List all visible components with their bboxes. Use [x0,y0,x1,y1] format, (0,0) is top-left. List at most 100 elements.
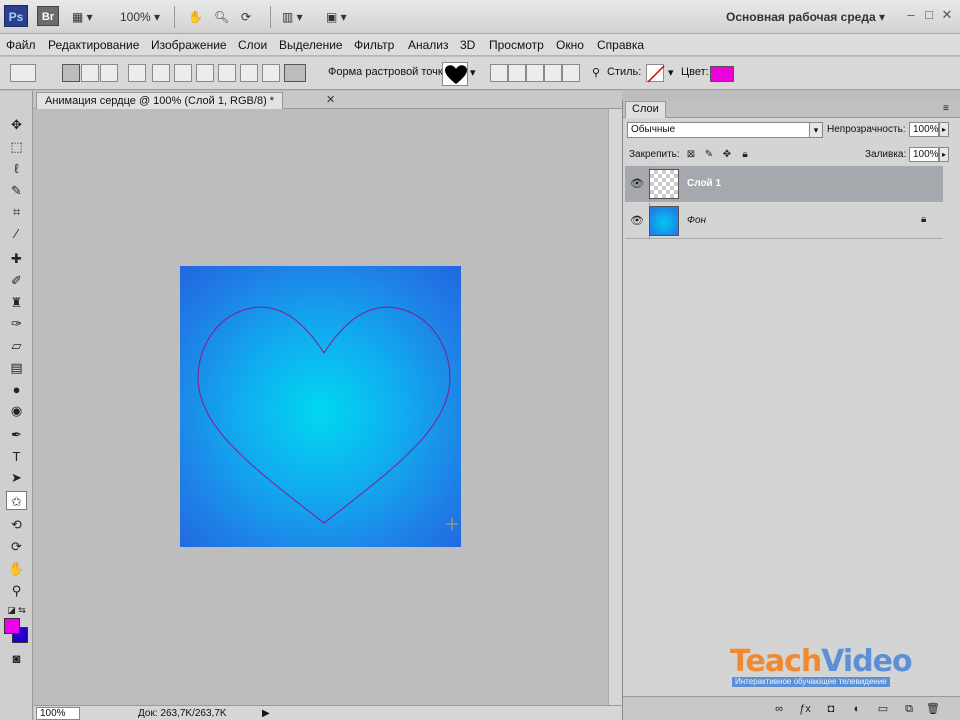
foreground-color-swatch[interactable] [4,618,20,634]
crop-tool-icon[interactable]: ⌗ [6,202,27,221]
paths-icon[interactable] [81,64,99,82]
ellipse-icon[interactable] [218,64,236,82]
new-shape-layer-icon[interactable] [490,64,508,82]
lock-position-icon[interactable]: ✥ [721,149,733,161]
workspace-switcher[interactable]: Основная рабочая среда ▾ [726,7,885,27]
screen-mode-button[interactable]: ▣ ▾ [326,7,347,27]
gradient-tool-icon[interactable]: ▤ [6,358,27,377]
hand-tool-icon[interactable]: ✋ [188,7,203,27]
color-swatch[interactable] [710,66,734,82]
arrange-documents-button[interactable]: ▥ ▾ [282,7,303,27]
menu-layers[interactable]: Слои [238,37,267,53]
zoom-level-dropdown[interactable]: 100% ▾ [120,7,160,27]
style-picker[interactable] [646,64,665,83]
document-tab[interactable]: Анимация сердце @ 100% (Слой 1, RGB/8) * [36,92,284,109]
menu-select[interactable]: Выделение [279,37,343,53]
opacity-arrow[interactable]: ▸ [939,122,949,137]
rotate-view-icon[interactable]: ⟳ [241,7,251,27]
fill-arrow[interactable]: ▸ [939,147,949,162]
menu-3d[interactable]: 3D [460,37,475,53]
hand-tool-icon[interactable]: ✋ [6,559,27,578]
menu-window[interactable]: Окно [556,37,584,53]
shape-layers-icon[interactable] [62,64,80,82]
panel-menu-icon[interactable]: ≡ [943,102,949,116]
watermark-subtitle: Интерактивное обучающее телевидение [732,677,890,687]
custom-shape-tool-icon[interactable]: ✩ [6,491,27,510]
lock-all-icon[interactable]: 🔒︎ [739,149,751,161]
new-group-icon[interactable]: ▭ [875,701,891,717]
subtract-shape-icon[interactable] [526,64,544,82]
view-extras-button[interactable]: ▦ ▾ [72,7,93,27]
exclude-shape-icon[interactable] [562,64,580,82]
healing-brush-tool-icon[interactable]: ✚ [6,249,27,268]
vertical-scrollbar[interactable] [608,109,622,705]
rectangle-icon[interactable] [174,64,192,82]
status-menu-arrow[interactable]: ▶ [262,707,270,720]
link-icon[interactable]: ⚲ [592,66,600,79]
bridge-button[interactable]: Br [37,6,59,26]
menu-filter[interactable]: Фильтр [354,37,394,53]
layer-style-icon[interactable]: ƒx [797,701,813,717]
shape-picker[interactable] [442,62,468,86]
line-icon[interactable] [262,64,280,82]
link-layers-icon[interactable]: ∞ [771,701,787,717]
freeform-pen-icon[interactable] [152,64,170,82]
dodge-tool-icon[interactable]: ◉ [6,401,27,420]
eye-icon[interactable]: 👁︎ [629,176,645,192]
quick-mask-icon[interactable]: ◙ [6,649,27,668]
zoom-tool-icon[interactable]: ⚲ [6,581,27,600]
trash-icon[interactable]: 🗑︎ [925,701,941,717]
path-selection-tool-icon[interactable]: ➤ [6,468,27,487]
menu-edit[interactable]: Редактирование [48,37,139,53]
add-mask-icon[interactable]: ◘ [823,701,839,717]
shape-dropdown-arrow[interactable]: ▾ [470,66,476,79]
eraser-tool-icon[interactable]: ▱ [6,336,27,355]
clone-stamp-tool-icon[interactable]: ♜ [6,293,27,312]
brush-tool-icon[interactable]: ✐ [6,271,27,290]
menu-help[interactable]: Справка [597,37,644,53]
blend-mode-arrow[interactable]: ▾ [809,122,823,138]
custom-shape-icon[interactable] [284,64,306,82]
image-canvas[interactable] [180,266,461,547]
zoom-field[interactable]: 100% [36,707,80,720]
new-layer-icon[interactable]: ⧉ [901,701,917,717]
lock-transparency-icon[interactable]: ⊠ [685,149,697,161]
style-dropdown-arrow[interactable]: ▾ [668,66,674,79]
tool-preset-picker[interactable] [10,64,36,82]
menu-image[interactable]: Изображение [151,37,227,53]
intersect-shape-icon[interactable] [544,64,562,82]
blur-tool-icon[interactable]: ● [6,380,27,399]
3d-rotate-tool-icon[interactable]: ⟲ [6,515,27,534]
opacity-input[interactable]: 100% [909,122,939,137]
rounded-rectangle-icon[interactable] [196,64,214,82]
fill-pixels-icon[interactable] [100,64,118,82]
tab-layers[interactable]: Слои [625,101,666,118]
zoom-tool-icon[interactable]: 🔍︎ [214,7,229,27]
eyedropper-tool-icon[interactable]: ⁄ [6,224,27,243]
quick-selection-tool-icon[interactable]: ✎ [6,181,27,200]
type-tool-icon[interactable]: T [6,447,27,466]
minimize-icon[interactable]: – [902,6,920,24]
history-brush-tool-icon[interactable]: ✑ [6,314,27,333]
pen-icon[interactable] [128,64,146,82]
move-tool-icon[interactable]: ✥ [6,115,27,134]
3d-orbit-tool-icon[interactable]: ⟳ [6,537,27,556]
layer-row-background[interactable]: 👁︎ Фон 🔒︎ [625,203,943,239]
adjustment-layer-icon[interactable]: ◐ [849,701,865,717]
menu-view[interactable]: Просмотр [489,37,544,53]
maximize-icon[interactable]: □ [920,6,938,24]
menu-file[interactable]: Файл [6,37,36,53]
eye-icon[interactable]: 👁︎ [629,213,645,229]
fill-input[interactable]: 100% [909,147,939,162]
layer-row-layer1[interactable]: 👁︎ Слой 1 [625,166,943,202]
blend-mode-select[interactable]: Обычные [627,122,823,138]
lock-image-icon[interactable]: ✎ [703,149,715,161]
add-shape-icon[interactable] [508,64,526,82]
close-icon[interactable]: ✕ [938,6,956,24]
menu-analysis[interactable]: Анализ [408,37,449,53]
pen-tool-icon[interactable]: ✒ [6,425,27,444]
lasso-tool-icon[interactable]: ℓ [6,159,27,178]
document-close-icon[interactable]: ✕ [326,93,335,106]
marquee-tool-icon[interactable]: ⬚ [6,137,27,156]
polygon-icon[interactable] [240,64,258,82]
